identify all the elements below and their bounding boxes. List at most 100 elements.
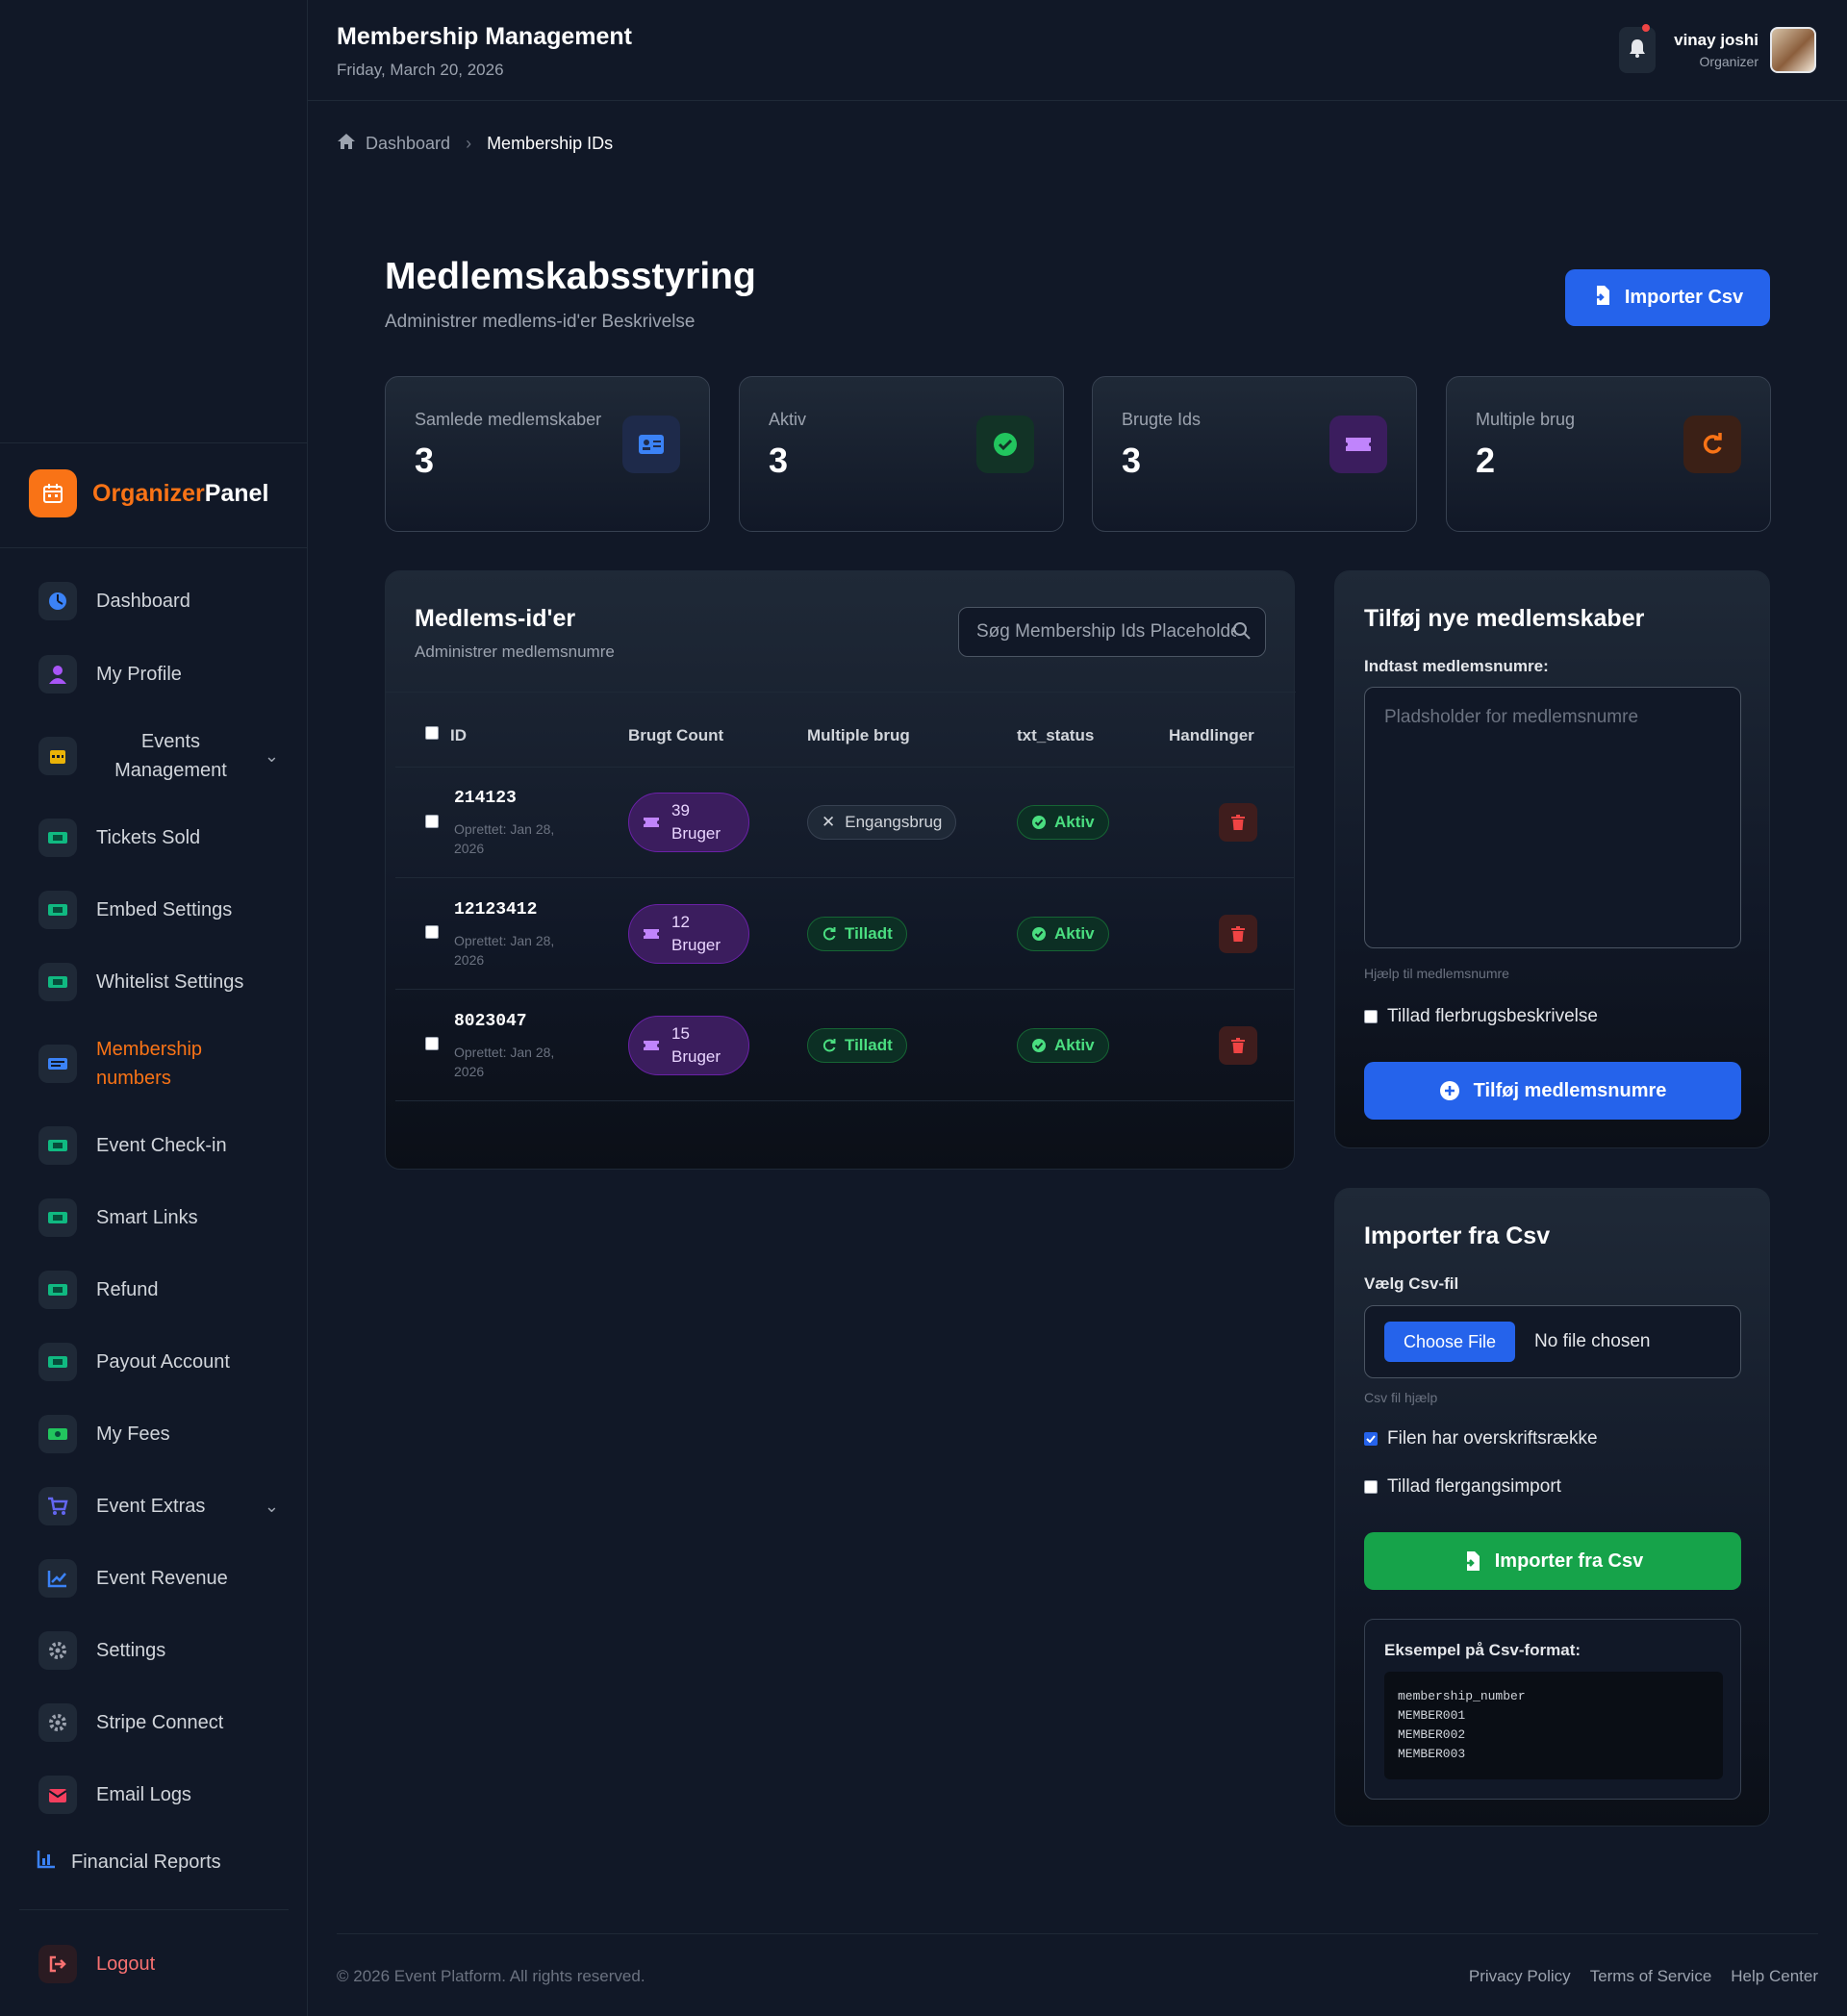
- delete-button[interactable]: [1219, 915, 1257, 953]
- sidebar-item-label: Smart Links: [96, 1206, 198, 1228]
- allow-multiple-checkbox[interactable]: [1364, 1010, 1378, 1023]
- redo-icon: [822, 1039, 836, 1052]
- membership-id: 12123412: [454, 900, 538, 920]
- file-status: No file chosen: [1534, 1331, 1651, 1351]
- add-members-button[interactable]: Tilføj medlemsnumre: [1364, 1062, 1741, 1120]
- multiple-use-label: Tilladt: [845, 1036, 893, 1054]
- delete-button[interactable]: [1219, 803, 1257, 842]
- ticket-icon: [38, 891, 77, 929]
- row-checkbox[interactable]: [425, 815, 439, 828]
- notification-button[interactable]: [1619, 24, 1656, 73]
- divider: [386, 692, 1296, 693]
- sidebar-item-event-check-in[interactable]: Event Check-in: [38, 1117, 279, 1174]
- sidebar-item-refund[interactable]: Refund: [38, 1261, 279, 1319]
- usage-count-badge: 39 Bruger: [628, 793, 749, 852]
- sidebar-item-label: Event Check-in: [96, 1134, 227, 1156]
- sidebar-item-membership-numbers[interactable]: Membership numbers: [38, 1035, 279, 1093]
- divider: [395, 1100, 1295, 1101]
- logout-button[interactable]: Logout: [38, 1935, 279, 1993]
- sidebar-item-tickets-sold[interactable]: Tickets Sold: [38, 809, 279, 867]
- file-import-icon: [1462, 1551, 1480, 1571]
- column-header-status[interactable]: txt_status: [1017, 726, 1094, 745]
- sidebar: OrganizerPanel Dashboard My Profile Even…: [0, 0, 308, 2016]
- has-header-checkbox-row[interactable]: Filen har overskriftsrække: [1364, 1428, 1598, 1449]
- sidebar-item-my-profile[interactable]: My Profile: [38, 645, 279, 703]
- column-header-multiple[interactable]: Multiple brug: [807, 726, 910, 745]
- sidebar-item-label: Embed Settings: [96, 898, 233, 920]
- usage-count: 39: [671, 801, 690, 819]
- allow-multi-import-checkbox[interactable]: [1364, 1480, 1378, 1494]
- multiple-use-badge: ✕ Engangsbrug: [807, 805, 957, 840]
- brand-logo[interactable]: OrganizerPanel: [29, 469, 268, 517]
- terms-of-service-link[interactable]: Terms of Service: [1590, 1967, 1712, 1986]
- sidebar-item-label: Tickets Sold: [96, 826, 201, 848]
- sidebar-item-event-revenue[interactable]: Event Revenue: [38, 1550, 279, 1607]
- gear-icon: [38, 1703, 77, 1742]
- page-subtitle: Administrer medlems-id'er Beskrivelse: [385, 312, 696, 332]
- stat-value: 3: [769, 441, 789, 480]
- row-checkbox[interactable]: [425, 925, 439, 939]
- sidebar-item-email-logs[interactable]: Email Logs: [38, 1766, 279, 1824]
- sidebar-item-smart-links[interactable]: Smart Links: [38, 1189, 279, 1247]
- stat-label: Samlede medlemskaber: [415, 410, 602, 429]
- has-header-checkbox[interactable]: [1364, 1432, 1378, 1446]
- sidebar-item-settings[interactable]: Settings: [38, 1622, 279, 1679]
- csv-file-input[interactable]: Choose File No file chosen: [1364, 1305, 1741, 1378]
- import-from-csv-button[interactable]: Importer fra Csv: [1364, 1532, 1741, 1590]
- sidebar-item-financial-reports[interactable]: Financial Reports: [37, 1833, 277, 1891]
- sidebar-item-embed-settings[interactable]: Embed Settings: [38, 881, 279, 939]
- chevron-down-icon[interactable]: ⌄: [265, 746, 279, 767]
- avatar[interactable]: [1770, 27, 1816, 73]
- stat-card-active: Aktiv 3: [739, 376, 1064, 532]
- sidebar-item-my-fees[interactable]: My Fees: [38, 1405, 279, 1463]
- ticket-icon: [644, 1041, 659, 1050]
- usage-count: 15: [671, 1024, 690, 1043]
- members-panel: Medlems-id'er Administrer medlemsnumre S…: [385, 570, 1296, 1170]
- usage-unit: Bruger: [671, 1047, 721, 1066]
- user-role: Organizer: [1699, 54, 1758, 69]
- choose-file-button[interactable]: Choose File: [1384, 1322, 1516, 1362]
- calendar-icon: [38, 737, 77, 775]
- delete-button[interactable]: [1219, 1026, 1257, 1065]
- bar-chart-icon: [37, 1850, 56, 1875]
- allow-multiple-checkbox-row[interactable]: Tillad flerbrugsbeskrivelse: [1364, 1006, 1598, 1027]
- column-header-count[interactable]: Brugt Count: [628, 726, 723, 745]
- ticket-icon: [38, 1271, 77, 1309]
- trash-icon: [1231, 815, 1245, 830]
- column-header-id[interactable]: ID: [450, 726, 467, 745]
- row-checkbox[interactable]: [425, 1037, 439, 1050]
- sidebar-divider: [0, 442, 308, 443]
- sidebar-item-dashboard[interactable]: Dashboard: [38, 572, 279, 630]
- membership-numbers-textarea[interactable]: Pladsholder for medlemsnumre: [1364, 687, 1741, 948]
- search-input[interactable]: Søg Membership Ids Placeholder: [958, 607, 1266, 657]
- file-import-icon: [1592, 285, 1611, 312]
- sidebar-item-payout-account[interactable]: Payout Account: [38, 1333, 279, 1391]
- allow-multi-import-checkbox-row[interactable]: Tillad flergangsimport: [1364, 1476, 1561, 1498]
- sidebar-item-label: Stripe Connect: [96, 1711, 224, 1733]
- user-name[interactable]: vinay joshi: [1674, 31, 1758, 50]
- sidebar-item-whitelist-settings[interactable]: Whitelist Settings: [38, 953, 279, 1011]
- sidebar-item-stripe-connect[interactable]: Stripe Connect: [38, 1694, 279, 1751]
- plus-circle-icon: [1439, 1081, 1459, 1100]
- help-text: Csv fil hjælp: [1364, 1390, 1438, 1405]
- footer-divider: [337, 1933, 1818, 1934]
- multiple-use-badge: Tilladt: [807, 917, 907, 951]
- help-center-link[interactable]: Help Center: [1731, 1967, 1818, 1986]
- usage-count-badge: 15 Bruger: [628, 1016, 749, 1075]
- stat-card-multiple: Multiple brug 2: [1446, 376, 1771, 532]
- stat-card-used: Brugte Ids 3: [1092, 376, 1417, 532]
- sidebar-item-event-extras[interactable]: Event Extras ⌄: [38, 1477, 279, 1535]
- status-label: Aktiv: [1054, 813, 1095, 831]
- chevron-down-icon[interactable]: ⌄: [265, 1497, 279, 1517]
- sidebar-item-events-management[interactable]: Events Management ⌄: [38, 727, 279, 785]
- ticket-icon: [38, 1343, 77, 1381]
- select-all-checkbox[interactable]: [425, 726, 439, 740]
- sidebar-item-label: Whitelist Settings: [96, 970, 244, 993]
- stat-label: Aktiv: [769, 410, 807, 429]
- privacy-policy-link[interactable]: Privacy Policy: [1469, 1967, 1571, 1986]
- help-text: Hjælp til medlemsnumre: [1364, 966, 1509, 981]
- search-icon[interactable]: [1232, 621, 1252, 646]
- breadcrumb-home-link[interactable]: Dashboard: [366, 134, 450, 154]
- status-badge: Aktiv: [1017, 805, 1109, 840]
- import-csv-button[interactable]: Importer Csv: [1565, 269, 1770, 326]
